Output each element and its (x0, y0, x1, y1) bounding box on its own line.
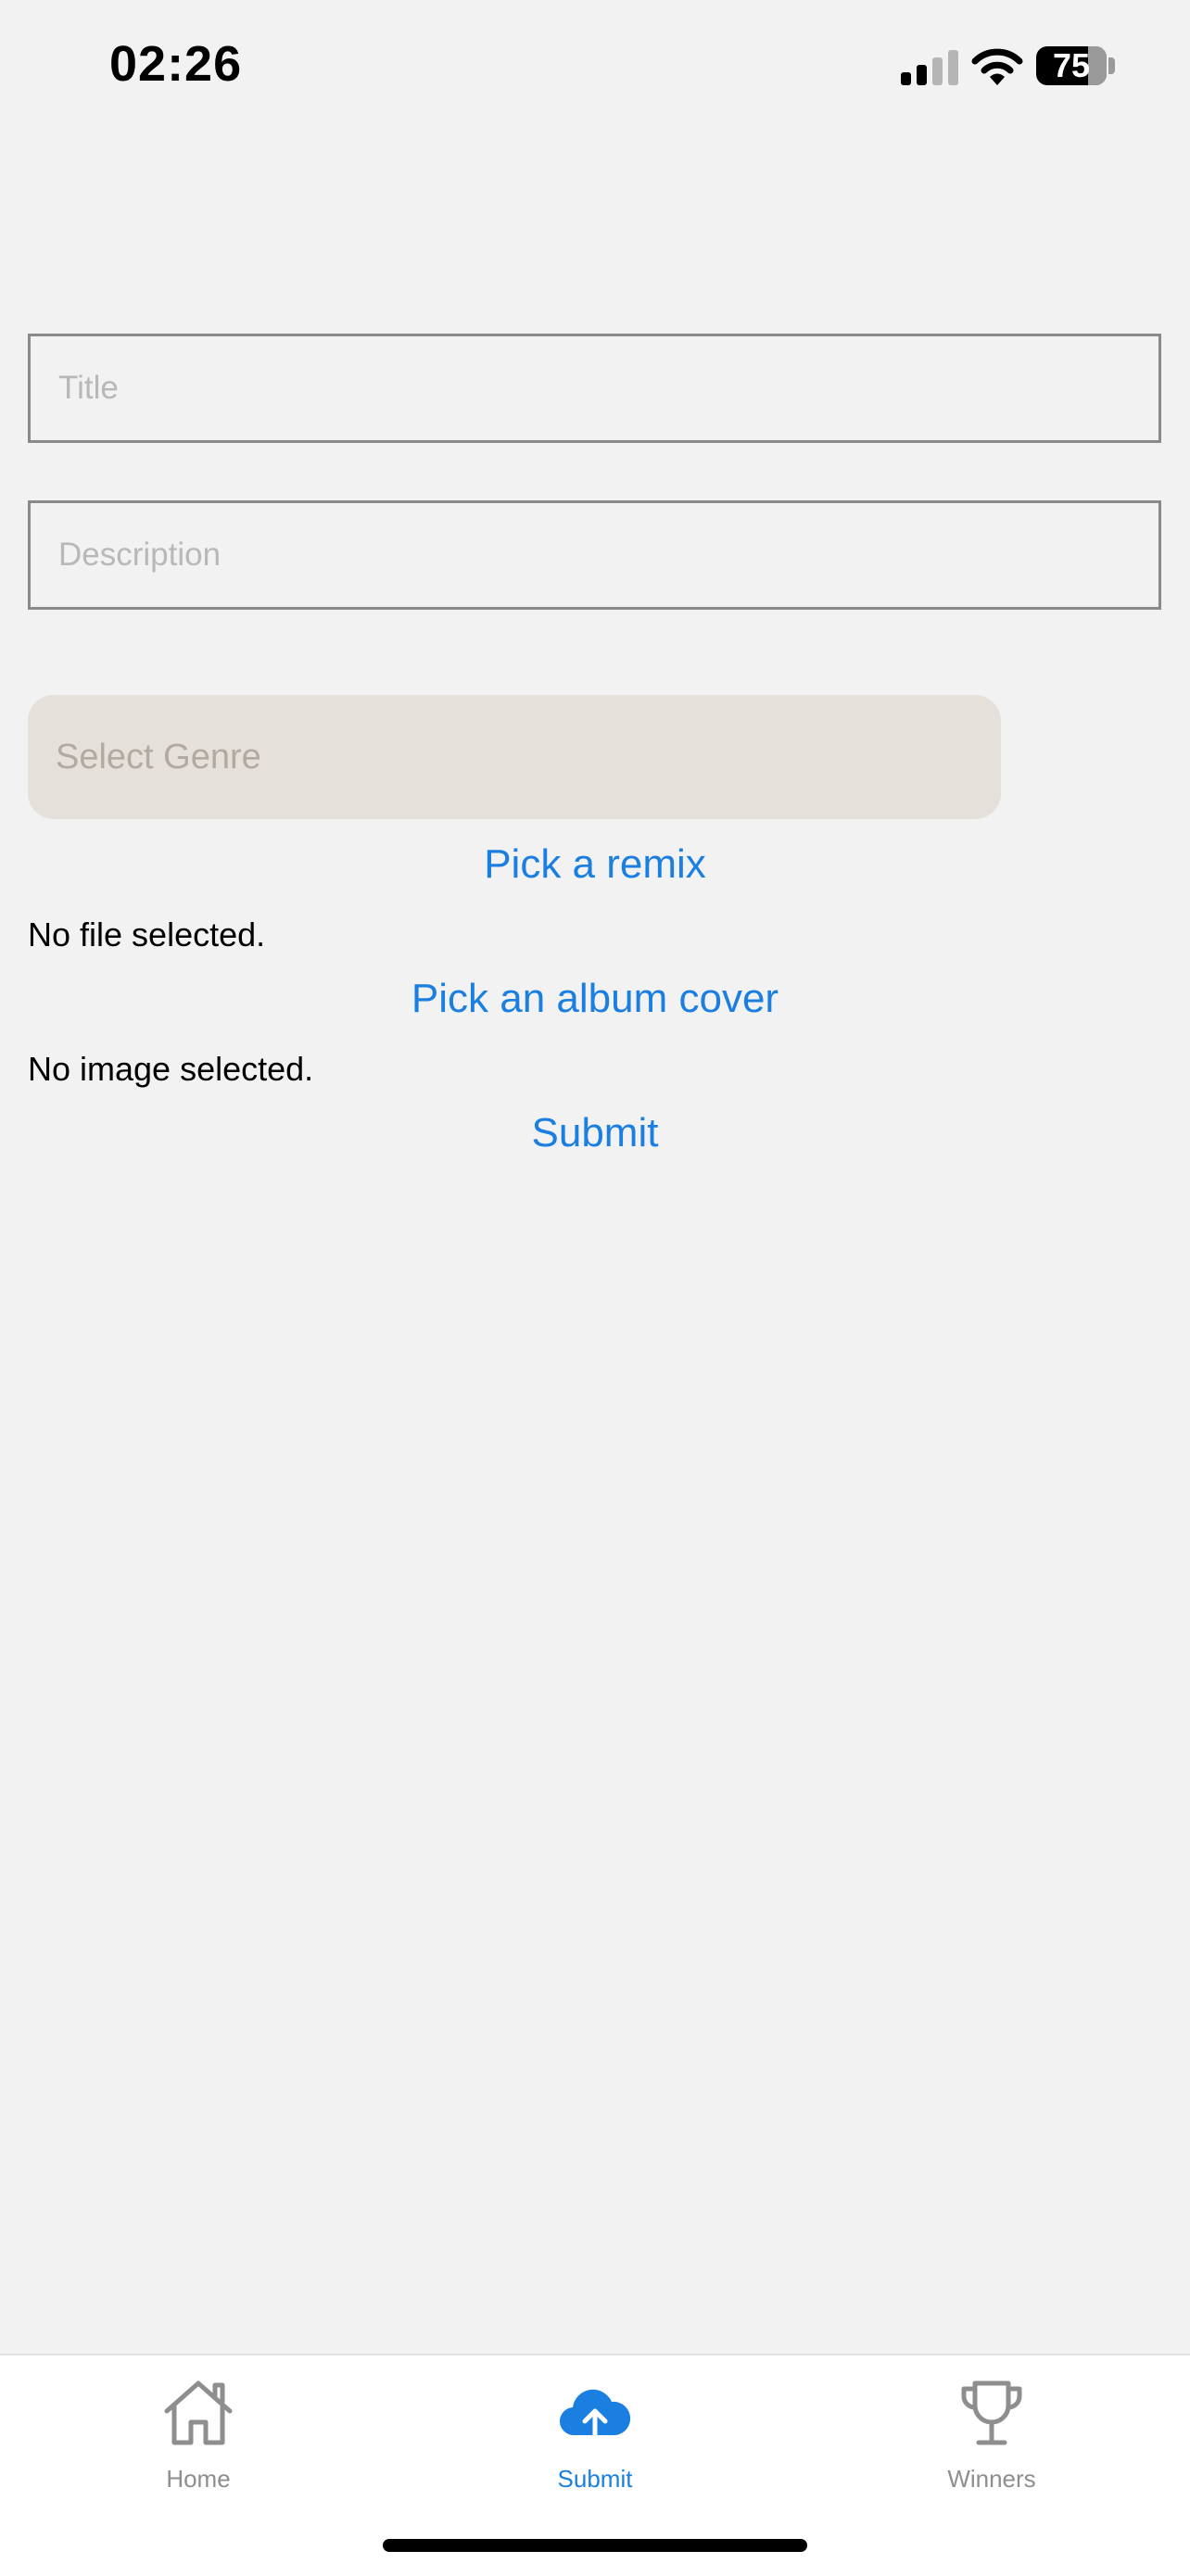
tab-winners[interactable]: Winners (793, 2355, 1190, 2504)
status-bar: 02:26 75 (0, 0, 1190, 130)
tab-winners-label: Winners (947, 2465, 1036, 2493)
genre-select[interactable]: Select Genre (28, 695, 1001, 819)
cellular-signal-icon (901, 50, 958, 85)
tab-home[interactable]: Home (0, 2355, 397, 2504)
pick-remix-button[interactable]: Pick a remix (0, 841, 1190, 888)
genre-select-label: Select Genre (56, 737, 261, 777)
status-time: 02:26 (109, 36, 243, 92)
battery-indicator: 75 (1036, 46, 1107, 85)
tab-home-label: Home (166, 2465, 231, 2493)
trophy-icon (961, 2380, 1022, 2445)
wifi-icon (971, 48, 1023, 85)
home-indicator (383, 2539, 807, 2552)
cloud-upload-icon (559, 2389, 631, 2443)
description-input[interactable] (28, 500, 1161, 610)
battery-cap (1108, 57, 1115, 74)
battery-level: 75 (1052, 46, 1091, 84)
title-input[interactable] (28, 334, 1161, 443)
home-icon (164, 2380, 233, 2445)
pick-album-cover-button[interactable]: Pick an album cover (0, 976, 1190, 1022)
tab-submit-label: Submit (557, 2465, 633, 2493)
tab-submit[interactable]: Submit (397, 2355, 793, 2504)
file-status-text: No file selected. (28, 915, 266, 953)
image-status-text: No image selected. (28, 1050, 314, 1088)
submit-button[interactable]: Submit (0, 1110, 1190, 1156)
